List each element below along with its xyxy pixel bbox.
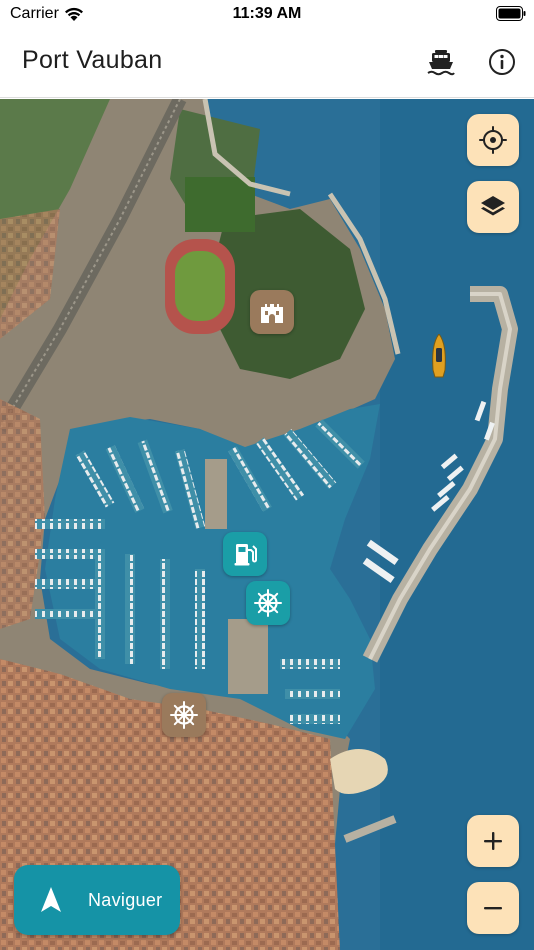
poi-fort[interactable] xyxy=(250,290,294,334)
poi-harbour-office[interactable] xyxy=(246,581,290,625)
navigate-button[interactable]: Naviguer xyxy=(14,865,180,935)
plus-icon xyxy=(484,832,502,850)
navigation-arrow-icon xyxy=(41,887,61,912)
clock: 11:39 AM xyxy=(232,5,302,22)
poi-harbour-master[interactable] xyxy=(162,693,206,737)
info-icon xyxy=(489,49,515,75)
satellite-map[interactable]: Naviguer xyxy=(0,99,534,950)
poi-fuel-station[interactable] xyxy=(223,532,267,576)
locate-icon xyxy=(479,126,507,154)
ship-wheel-icon xyxy=(254,589,282,617)
zoom-in-button[interactable] xyxy=(467,815,519,867)
locate-me-button[interactable] xyxy=(467,114,519,166)
navigation-bar: Port Vauban xyxy=(0,30,534,98)
status-bar: Carrier 11:39 AM xyxy=(0,0,534,30)
ship-wheel-icon xyxy=(170,701,198,729)
battery-icon xyxy=(496,6,526,21)
navigate-button-label: Naviguer xyxy=(88,889,163,910)
minus-icon xyxy=(484,907,502,910)
info-button[interactable] xyxy=(484,44,520,80)
layers-icon xyxy=(481,196,505,216)
page-title: Port Vauban xyxy=(22,46,163,74)
castle-icon xyxy=(261,304,283,323)
zoom-out-button[interactable] xyxy=(467,882,519,934)
vessel-position-marker[interactable] xyxy=(431,334,447,378)
map-terrain xyxy=(0,99,534,950)
map-layers-button[interactable] xyxy=(467,181,519,233)
fuel-icon xyxy=(234,544,257,566)
ferry-icon xyxy=(427,50,455,76)
ferry-button[interactable] xyxy=(423,44,459,80)
